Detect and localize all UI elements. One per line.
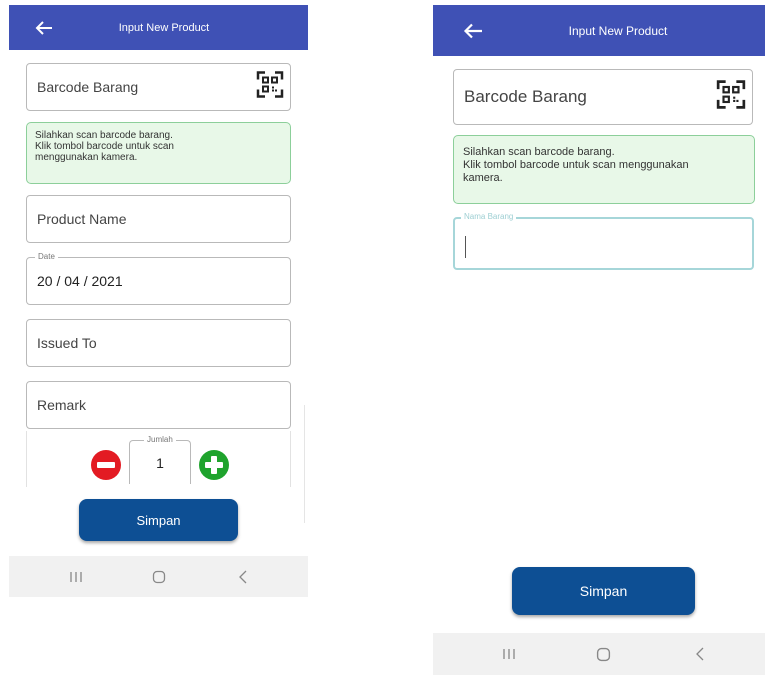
back-nav-icon[interactable]	[685, 633, 715, 675]
recents-icon[interactable]	[61, 556, 91, 597]
phone-screen-right: Input New Product Barcode Barang Silahka…	[433, 5, 765, 675]
system-nav-bar	[9, 556, 308, 597]
app-bar: Input New Product	[433, 5, 765, 56]
arrow-left-icon[interactable]	[31, 5, 57, 50]
text-cursor	[465, 236, 466, 258]
quantity-label: Jumlah	[144, 435, 176, 444]
barcode-field[interactable]: Barcode Barang	[26, 63, 291, 111]
date-value: 20 / 04 / 2021	[37, 273, 123, 289]
info-line: menggunakan kamera.	[35, 152, 138, 163]
date-field[interactable]: Date 20 / 04 / 2021	[26, 252, 291, 305]
product-name-placeholder: Product Name	[37, 211, 127, 227]
issued-to-placeholder: Issued To	[37, 335, 97, 351]
save-button[interactable]: Simpan	[79, 499, 238, 541]
info-line: Silahkan scan barcode barang.	[463, 146, 615, 158]
barcode-placeholder: Barcode Barang	[37, 79, 139, 95]
barcode-placeholder: Barcode Barang	[464, 87, 587, 106]
quantity-field[interactable]: Jumlah 1	[129, 435, 191, 484]
info-line: Klik tombol barcode untuk scan menggunak…	[463, 159, 689, 171]
page-title: Input New Product	[118, 21, 210, 34]
quantity-stepper: Jumlah 1	[26, 431, 291, 487]
recents-icon[interactable]	[494, 633, 524, 675]
back-nav-icon[interactable]	[228, 556, 258, 597]
remark-field[interactable]: Remark	[26, 381, 291, 429]
info-line: Silahkan scan barcode barang.	[35, 130, 173, 141]
product-name-field[interactable]: Product Name	[26, 195, 291, 243]
scan-info-box: Silahkan scan barcode barang. Klik tombo…	[453, 135, 755, 204]
page-title: Input New Product	[568, 23, 668, 38]
home-icon[interactable]	[588, 633, 618, 675]
qr-code-icon[interactable]	[256, 71, 284, 104]
barcode-field[interactable]: Barcode Barang	[453, 69, 753, 125]
info-line: kamera.	[463, 172, 503, 184]
qr-code-icon[interactable]	[716, 80, 746, 115]
home-icon[interactable]	[144, 556, 174, 597]
nama-barang-field[interactable]: Nama Barang	[453, 212, 754, 270]
quantity-value: 1	[156, 455, 164, 471]
plus-circle-icon[interactable]	[198, 449, 230, 486]
arrow-left-icon[interactable]	[459, 5, 487, 56]
divider	[304, 405, 308, 523]
nama-barang-label: Nama Barang	[461, 212, 517, 221]
scan-info-box: Silahkan scan barcode barang. Klik tombo…	[26, 122, 291, 184]
phone-screen-left: Input New Product Barcode Barang Silahka…	[9, 5, 308, 597]
issued-to-field[interactable]: Issued To	[26, 319, 291, 367]
app-bar: Input New Product	[9, 5, 308, 50]
save-button[interactable]: Simpan	[512, 567, 695, 615]
minus-circle-icon[interactable]	[90, 449, 122, 486]
system-nav-bar	[433, 633, 765, 675]
info-line: Klik tombol barcode untuk scan	[35, 141, 174, 152]
remark-placeholder: Remark	[37, 397, 87, 413]
